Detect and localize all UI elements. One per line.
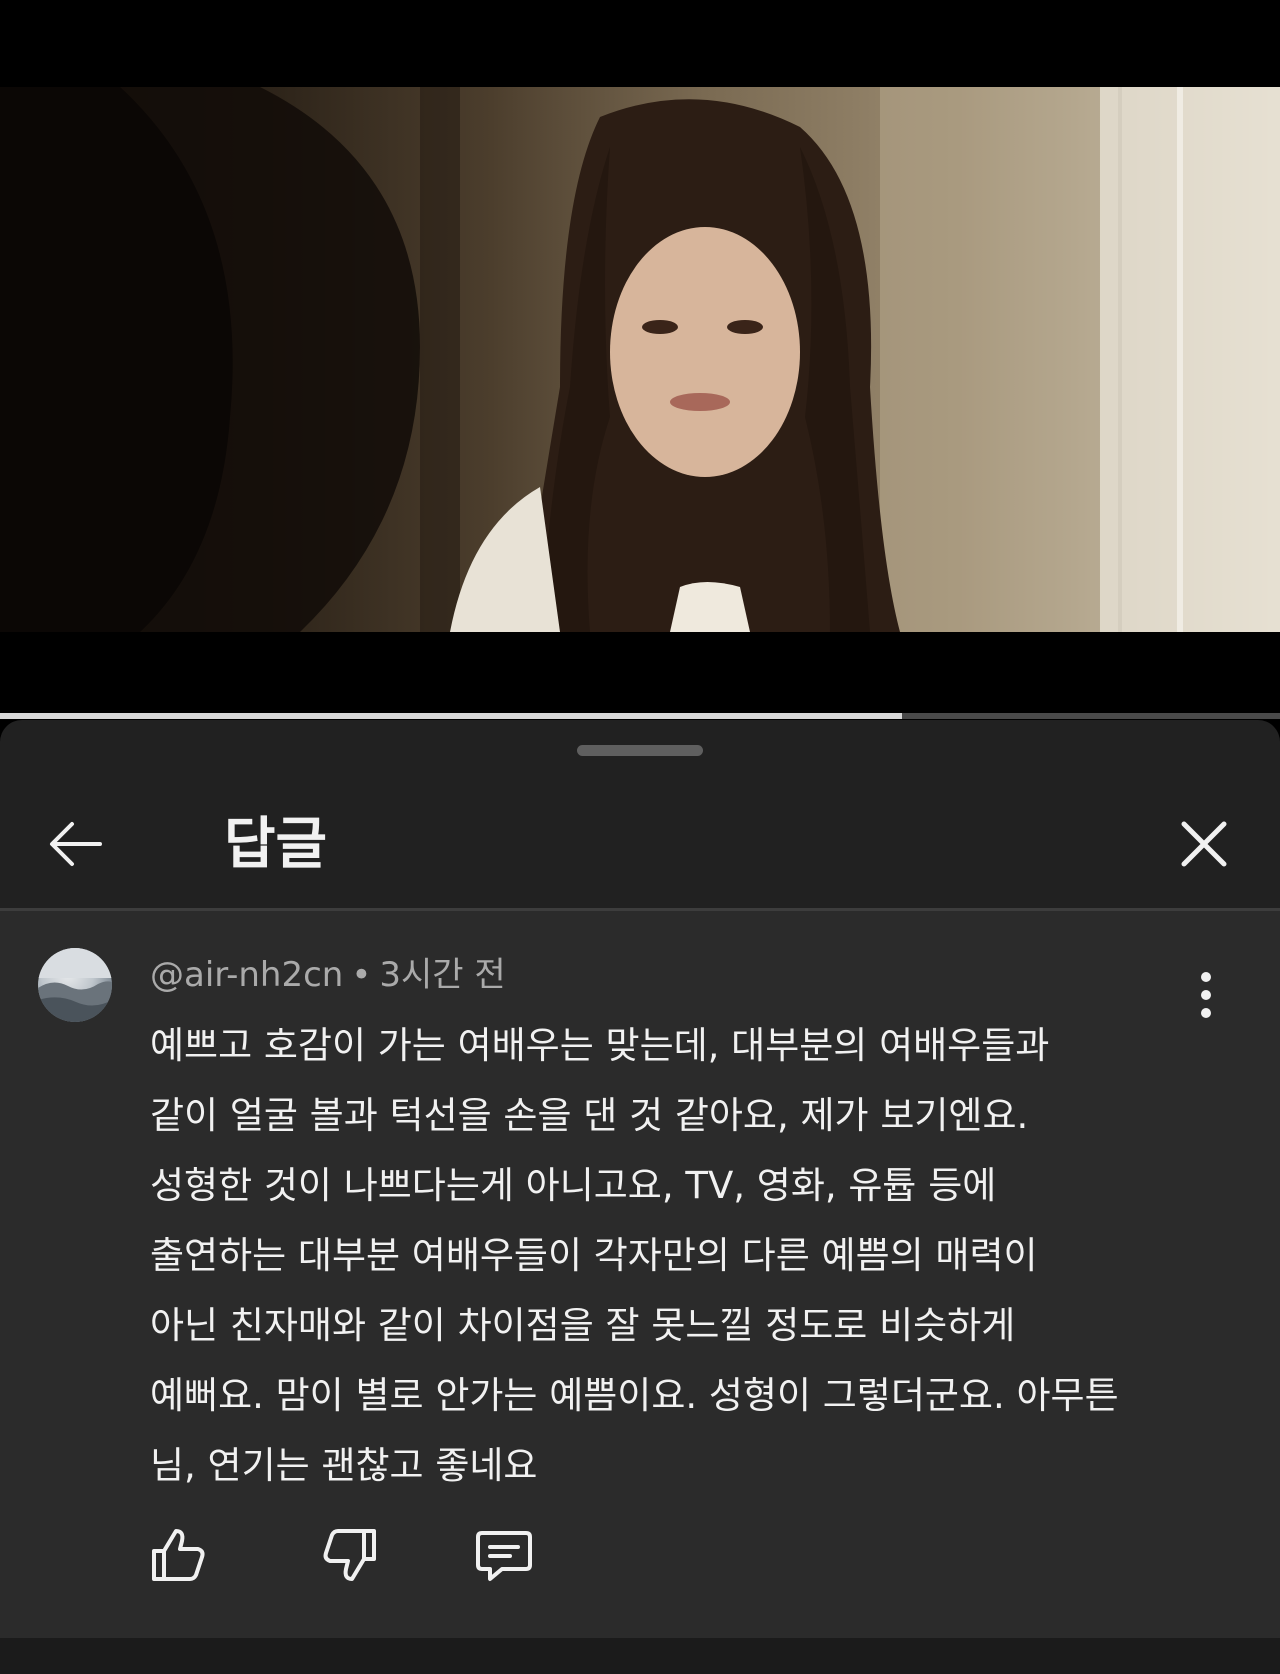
meta-separator: • [351,955,372,995]
comment-line: 출연하는 대부분 여배우들이 각자만의 다른 예쁨의 매력이 [150,1234,1038,1277]
comment-line: 성형한 것이 나쁘다는게 아니고요, TV, 영화, 유튭 등에 [150,1164,997,1207]
avatar[interactable] [38,948,112,1022]
video-still-image [0,87,1280,632]
comment-author[interactable]: @air-nh2cn [150,955,343,995]
close-icon [1181,821,1227,867]
close-button[interactable] [1172,812,1236,876]
comment-time: 3시간 전 [379,955,506,995]
comment-line: 예쁘고 호감이 가는 여배우는 맞는데, 대부분의 여배우들과 [150,1024,1050,1067]
like-icon [152,1529,205,1581]
comment-text: 예쁘고 호감이 가는 여배우는 맞는데, 대부분의 여배우들과 같이 얼굴 볼과… [150,1011,1210,1501]
video-player[interactable] [0,0,1280,719]
reply-icon [476,1531,532,1581]
comment-line: 아닌 친자매와 같이 차이점을 잘 못느낄 정도로 비슷하게 [150,1304,1016,1347]
comment-line: 같이 얼굴 볼과 턱선을 손을 댄 것 같아요, 제가 보기엔요. [150,1094,1029,1137]
avatar-image [38,948,112,1022]
reply-button[interactable] [472,1523,536,1587]
progress-bar-fill [0,713,903,719]
video-frame[interactable] [0,87,1280,632]
comment-line: 님, 연기는 괜찮고 좋네요 [150,1444,538,1487]
comment-thread: @air-nh2cn • 3시간 전 예쁘고 호감이 가는 여배우는 맞는데, 대부… [0,911,1280,1638]
progress-bar[interactable] [0,713,1280,719]
comment-line: 예뻐요. 맘이 별로 안가는 예쁨이요. 성형이 그렇더군요. 아무튼 [150,1374,1119,1417]
back-button[interactable] [44,812,108,876]
panel-title: 답글 [224,812,328,877]
comment-actions [0,1523,1280,1603]
like-button[interactable] [146,1523,210,1587]
drag-handle[interactable] [577,745,703,756]
dislike-button[interactable] [318,1523,382,1587]
dislike-icon [323,1529,376,1581]
arrow-left-icon [50,822,102,866]
bottom-bar [0,1638,1280,1674]
comment-meta: @air-nh2cn • 3시간 전 [150,953,506,997]
replies-panel: 답글 @air-nh2cn • 3시간 전 예쁘고 호감이 가는 여배우는 맞는… [0,720,1280,1674]
panel-header: 답글 [0,780,1280,908]
